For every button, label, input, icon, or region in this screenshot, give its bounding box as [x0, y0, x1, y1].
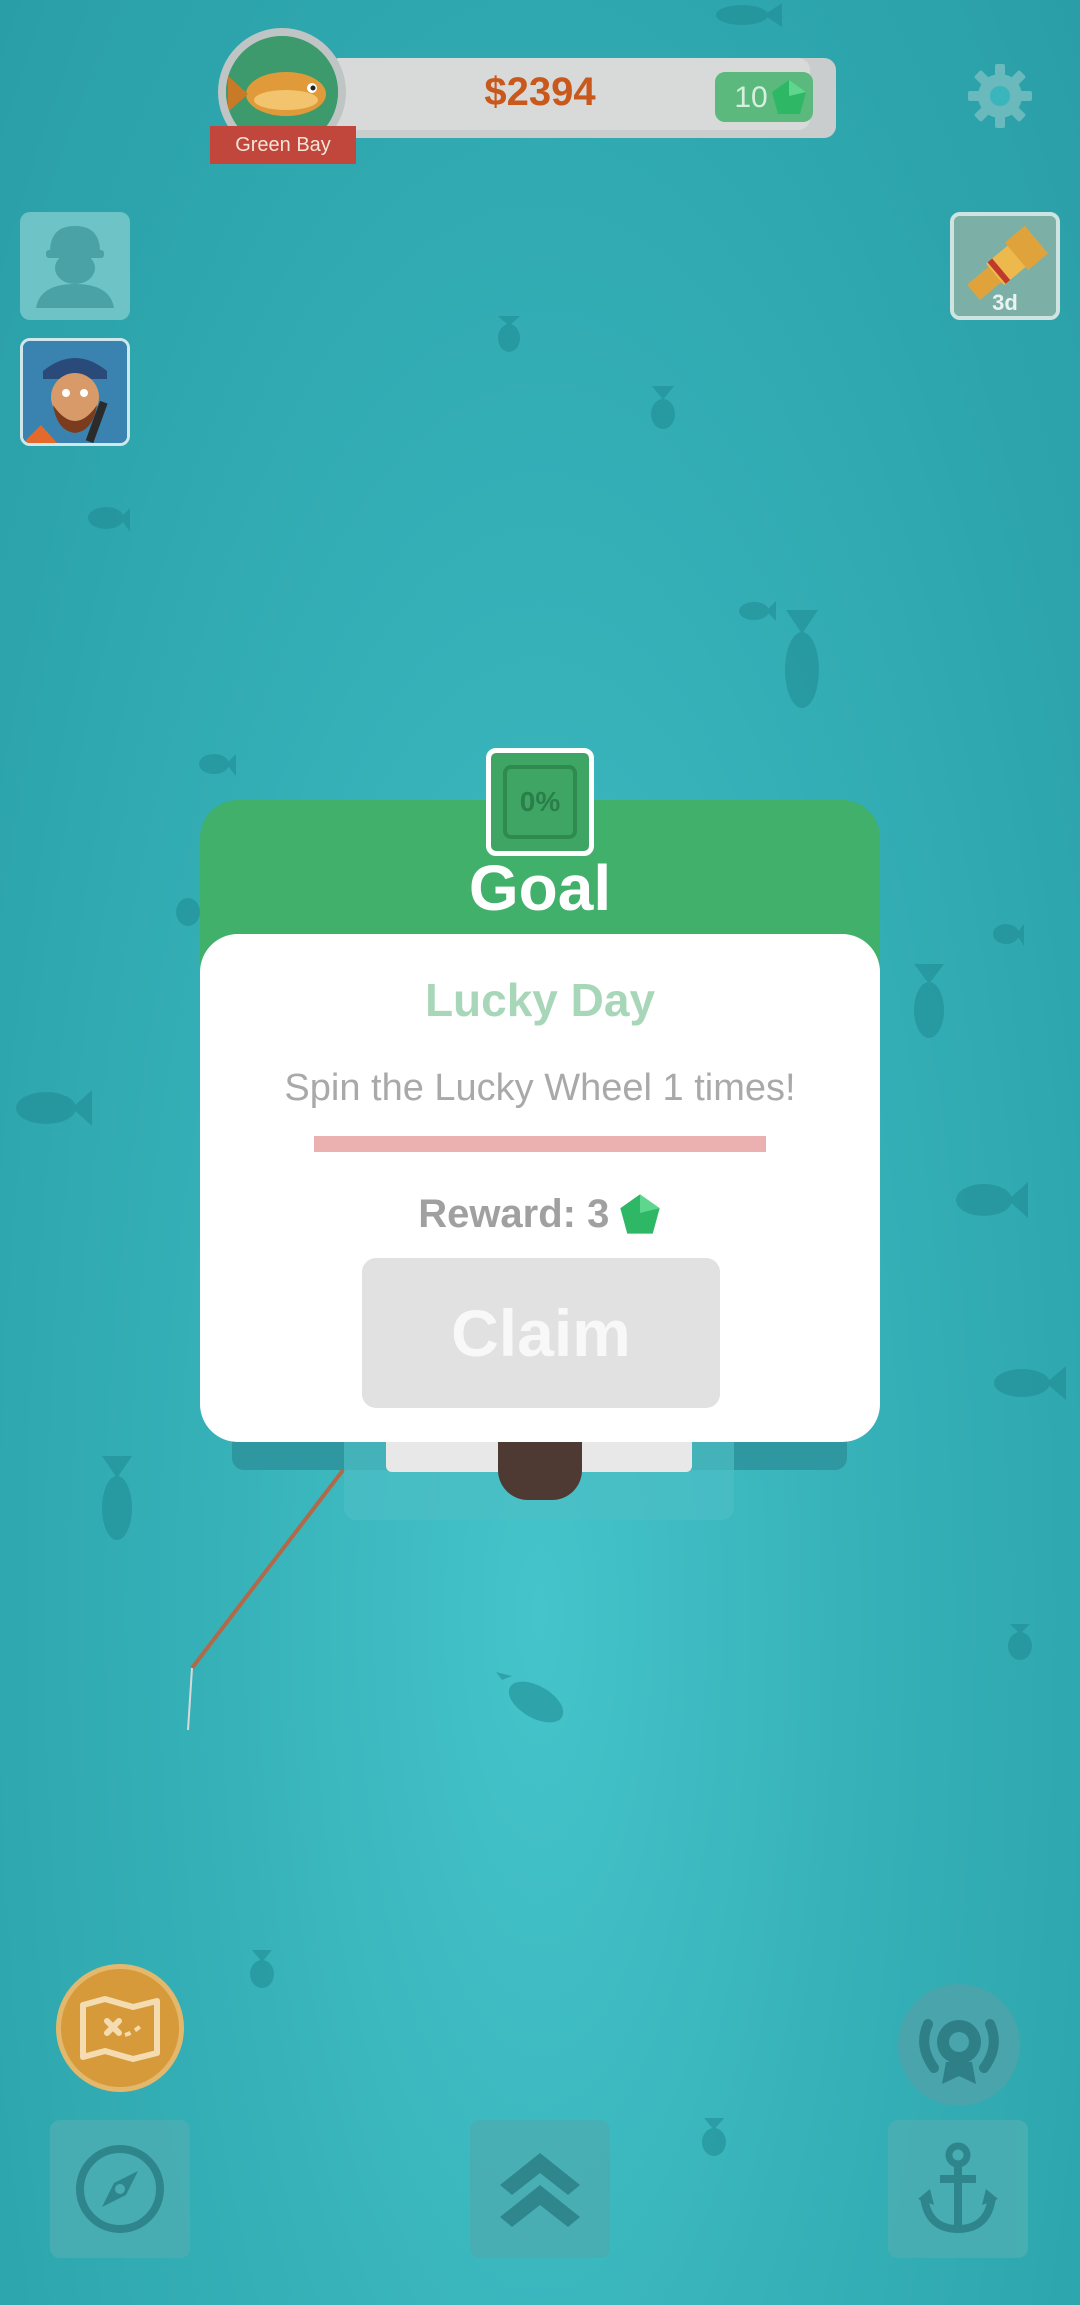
compass-icon [76, 2145, 164, 2233]
fish-silhouette-icon [1008, 1624, 1032, 1660]
location-name: Green Bay [210, 126, 356, 164]
money-amount: $2394 [484, 70, 596, 114]
claim-button[interactable]: Claim [362, 1258, 720, 1408]
fish-silhouette-icon [651, 386, 675, 429]
reward-row: Reward: 3 [200, 1184, 880, 1244]
fish-silhouette-icon [176, 898, 200, 926]
fish-silhouette-icon [498, 316, 520, 352]
fish-silhouette-icon [702, 2118, 726, 2156]
treasure-map-icon [80, 1996, 160, 2062]
fish-silhouette-icon [102, 1456, 132, 1540]
anchor-icon [918, 2142, 998, 2234]
captain-portrait-icon [23, 341, 127, 443]
fish-silhouette-icon [199, 754, 236, 776]
event-timer: 3d [992, 290, 1018, 315]
profile-silhouette-icon [36, 226, 114, 308]
gem-icon [772, 80, 806, 114]
fish-silhouette-icon [88, 507, 130, 532]
fish-silhouette-icon [994, 1366, 1066, 1400]
fish-silhouette-icon [16, 1090, 92, 1126]
treasure-map-button[interactable] [56, 1964, 184, 2092]
gem-icon [620, 1194, 660, 1234]
fish-silhouette-icon [956, 1182, 1028, 1218]
fish-silhouette-icon [914, 964, 944, 1038]
goal-progress-badge: 0% [486, 748, 594, 856]
fish-silhouette-icon [250, 1950, 274, 1988]
compass-button[interactable] [50, 2120, 190, 2258]
goal-title: Goal [468, 852, 612, 924]
quest-description: Spin the Lucky Wheel 1 times! [284, 1067, 796, 1109]
trophy-button[interactable] [898, 1984, 1020, 2106]
fish-silhouette-icon [993, 924, 1024, 946]
fish-silhouette-icon [785, 610, 819, 708]
settings-gear-icon[interactable] [966, 62, 1034, 130]
goal-progress-percent: 0% [503, 765, 577, 839]
gems-count: 10 [734, 81, 768, 114]
upgrade-button[interactable] [470, 2120, 610, 2258]
profile-button[interactable] [20, 212, 130, 320]
reward-label: Reward: 3 [418, 1192, 610, 1236]
fish-silhouette-icon [716, 3, 782, 27]
trophy-laurel-icon [919, 2019, 999, 2084]
anchor-button[interactable] [888, 2120, 1028, 2258]
quest-name: Lucky Day [424, 974, 656, 1026]
captain-button[interactable] [20, 338, 130, 446]
upgrade-chevrons-icon [500, 2153, 580, 2227]
fish-silhouette-icon [496, 1672, 564, 1723]
fish-silhouette-icon [739, 601, 776, 621]
quest-progress-bar [314, 1136, 766, 1152]
